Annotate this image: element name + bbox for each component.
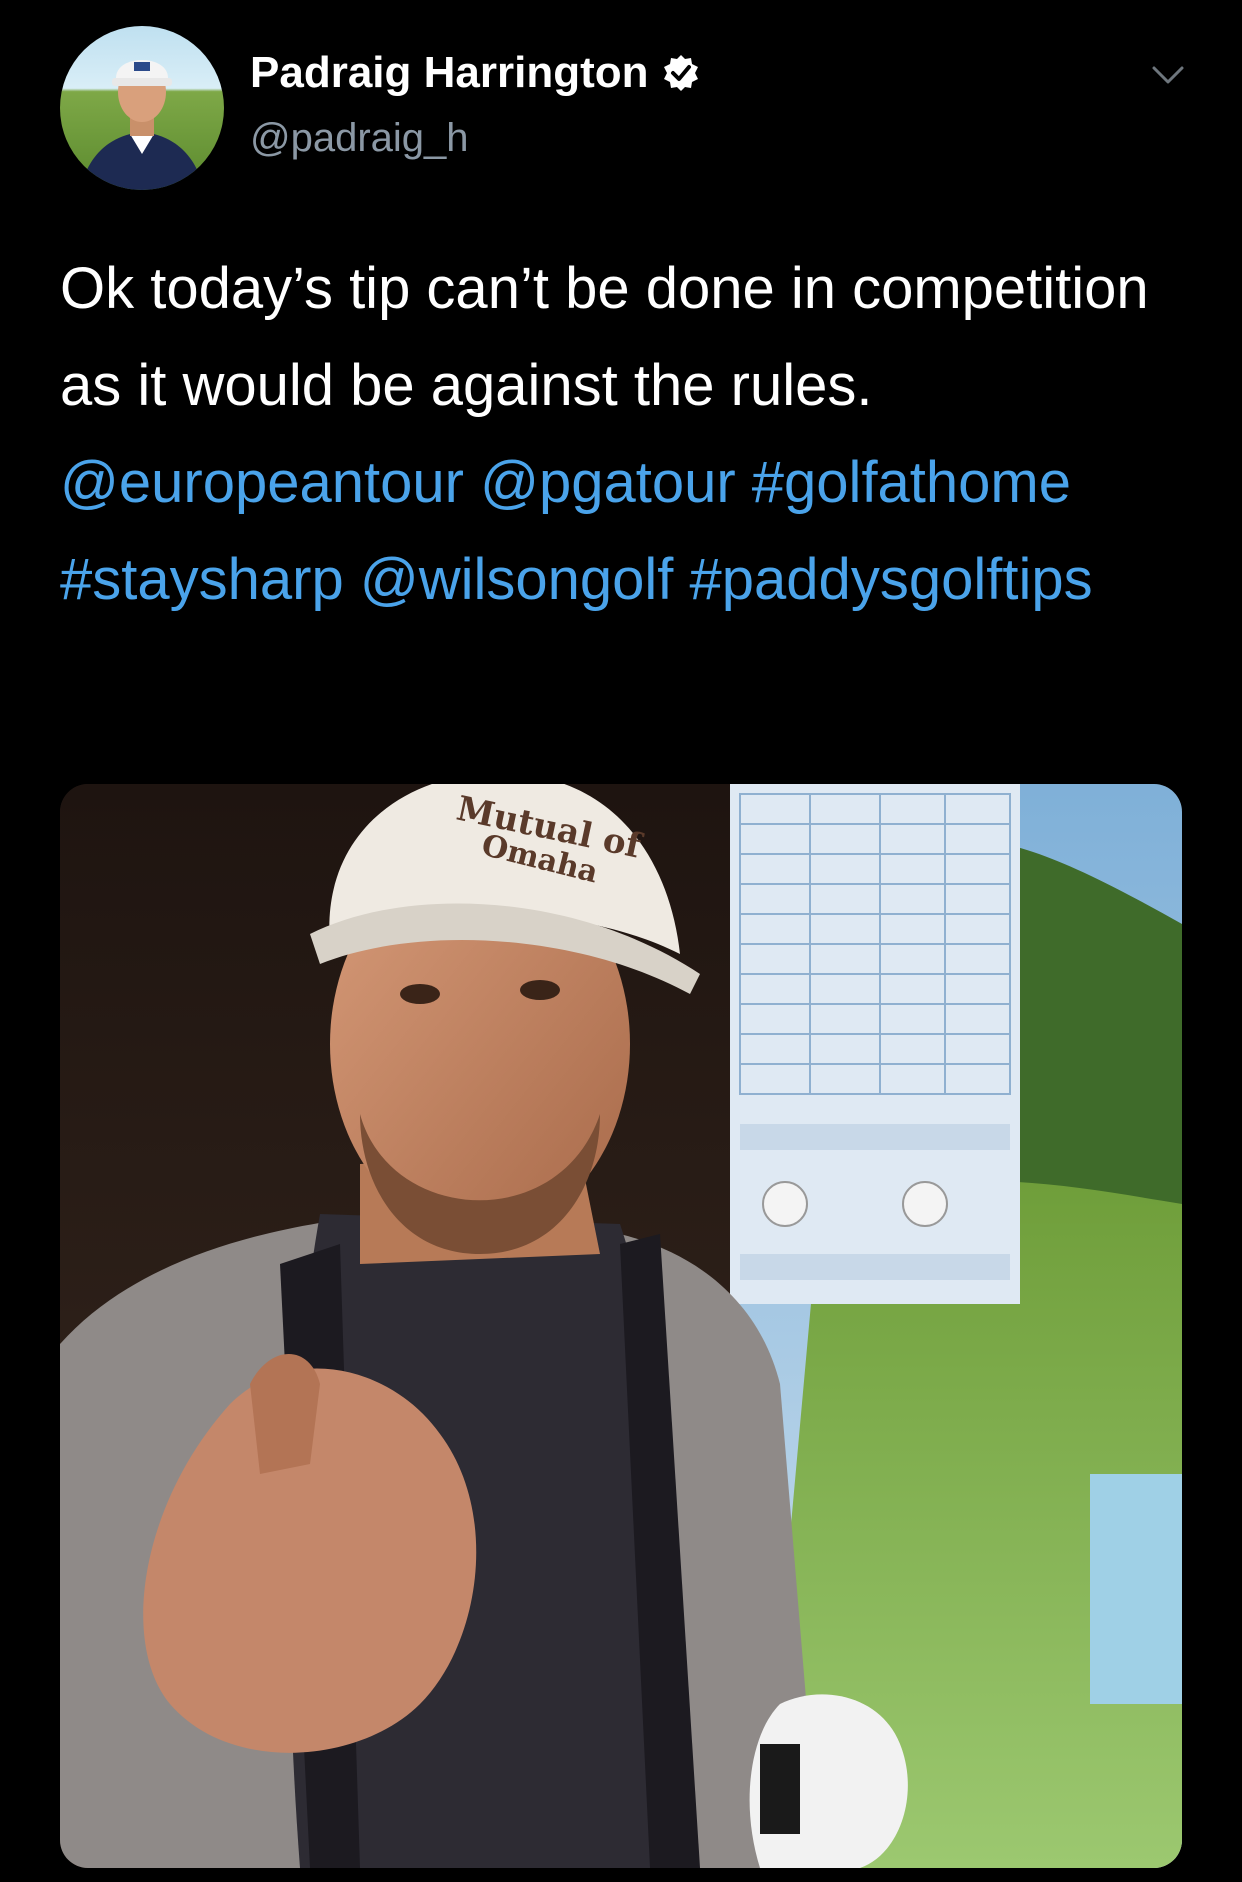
mention-link[interactable]: @europeantour bbox=[60, 450, 464, 515]
video-frame-image: Mutual of Omaha bbox=[60, 784, 1182, 1868]
author-handle[interactable]: @padraig_h bbox=[250, 116, 469, 161]
tweet-text-segment bbox=[464, 450, 480, 515]
avatar-image bbox=[80, 60, 204, 190]
author-avatar[interactable] bbox=[60, 26, 224, 190]
author-name-row: Padraig Harrington bbox=[250, 48, 701, 98]
tweet-text: Ok today’s tip can’t be done in competit… bbox=[60, 240, 1200, 628]
hashtag-link[interactable]: #golfathome bbox=[752, 450, 1071, 515]
tweet-text-segment bbox=[344, 547, 360, 612]
chevron-down-icon[interactable] bbox=[1148, 60, 1188, 90]
tweet-video-thumbnail[interactable]: Mutual of Omaha bbox=[60, 784, 1182, 1868]
tweet-header: Padraig Harrington @padraig_h bbox=[0, 0, 1242, 200]
tweet-text-segment bbox=[736, 450, 752, 515]
hashtag-link[interactable]: #staysharp bbox=[60, 547, 344, 612]
mention-link[interactable]: @wilsongolf bbox=[360, 547, 674, 612]
tweet-text-segment bbox=[673, 547, 689, 612]
hashtag-link[interactable]: #paddysgolftips bbox=[690, 547, 1093, 612]
tweet-text-segment: Ok today’s tip can’t be done in competit… bbox=[60, 256, 1149, 418]
author-display-name[interactable]: Padraig Harrington bbox=[250, 48, 649, 98]
verified-badge-icon bbox=[663, 55, 698, 91]
mention-link[interactable]: @pgatour bbox=[480, 450, 736, 515]
